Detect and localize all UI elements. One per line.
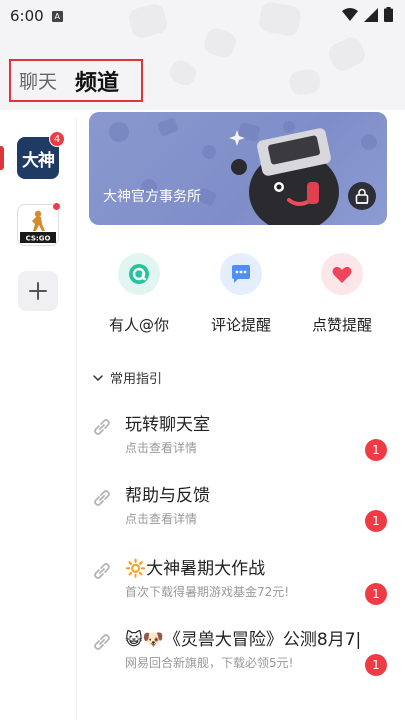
banner-title: 大神官方事务所 [103,189,201,205]
comment-icon [232,265,250,283]
tab-header: 聊天 频道 [9,59,143,102]
list-item[interactable]: 🔆大神暑期大作战 首次下载得暑期游戏基金72元! 1 [89,554,389,614]
signal-icon [364,7,378,22]
quick-action-comment[interactable]: 评论提醒 [206,253,276,335]
mention-icon [129,264,149,284]
plus-icon [29,282,47,300]
list-item-subtitle: 点击查看详情 [125,512,198,526]
link-icon [94,419,110,435]
list-item-subtitle: 网易回合新旗舰，下载必领5元! [125,656,294,670]
list-item-subtitle: 首次下载得暑期游戏基金72元! [125,585,290,599]
rail-active-indicator [0,146,4,170]
unread-badge: 1 [365,583,387,605]
rail-item-dashen-logo: 大神 [22,150,55,171]
wifi-icon [342,7,358,21]
rail-item-csgo[interactable]: CS:GO [17,202,61,246]
list-item-title: 😺🐶《灵兽大冒险》公测8月7| [125,630,362,650]
mascot-illustration [229,128,339,225]
quick-action-label: 评论提醒 [210,316,271,334]
rail-item-badge: 4 [49,131,65,147]
list-item[interactable]: 帮助与反馈 点击查看详情 1 [89,481,389,541]
link-icon [94,634,110,650]
rail-divider [76,118,77,720]
list-item-subtitle: 点击查看详情 [125,441,198,455]
comment-circle [220,253,262,295]
mention-circle [118,253,160,295]
rail-item-csgo-label: CS:GO [26,235,51,243]
guides-section-title: 常用指引 [110,372,163,387]
status-time: 6:00 [10,7,44,25]
list-item[interactable]: 玩转聊天室 点击查看详情 1 [89,410,389,470]
list-item-title: 玩转聊天室 [125,415,210,435]
add-channel-button[interactable] [18,271,58,311]
csgo-logo: CS:GO [20,207,56,243]
quick-action-label: 有人@你 [108,316,169,334]
unread-badge: 1 [365,654,387,676]
official-banner[interactable] [89,112,387,225]
list-item-title: 🔆大神暑期大作战 [125,559,266,579]
unread-badge: 1 [365,439,387,461]
link-icon [94,490,110,506]
lock-icon [355,188,369,204]
status-bar: 6:00 A [0,0,405,32]
rail-item-dot [52,202,61,211]
tab-channel[interactable]: 频道 [75,65,119,97]
guides-section-header[interactable]: 常用指引 [92,368,162,387]
link-icon [94,563,110,579]
app-indicator-icon: A [51,10,63,22]
banner-action-button[interactable] [348,182,376,210]
heart-icon [332,266,352,283]
battery-icon [384,7,393,22]
banner-pattern [109,118,377,225]
quick-action-label: 点赞提醒 [311,316,372,334]
list-item[interactable]: 😺🐶《灵兽大冒险》公测8月7| 网易回合新旗舰，下载必领5元! 1 [89,625,389,685]
quick-action-like[interactable]: 点赞提醒 [307,253,377,335]
unread-badge: 1 [365,510,387,532]
like-circle [321,253,363,295]
rail-item-dashen[interactable]: 大神 4 [17,131,65,179]
chevron-down-icon [93,374,103,381]
quick-action-mention[interactable]: 有人@你 [104,253,174,335]
list-item-title: 帮助与反馈 [125,486,210,506]
tab-chat[interactable]: 聊天 [19,67,57,94]
